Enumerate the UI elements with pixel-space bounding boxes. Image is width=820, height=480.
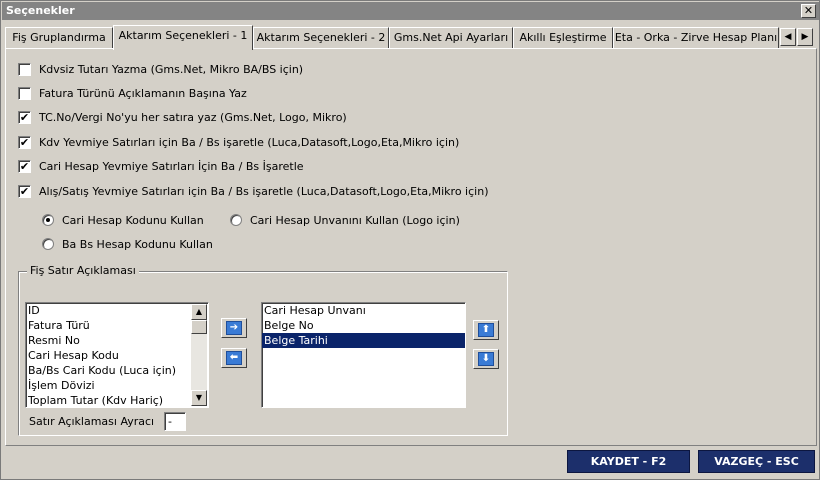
tab-scroll-right-icon[interactable]: ▶: [797, 28, 813, 46]
radio-ba-bs-hesap-kodu[interactable]: Ba Bs Hesap Kodunu Kullan: [42, 236, 213, 252]
option-cari-hesap-ba-bs[interactable]: ✔ Cari Hesap Yevmiye Satırları İçin Ba /…: [18, 158, 304, 174]
option-kdv-yevmiye-ba-bs[interactable]: ✔ Kdv Yevmiye Satırları için Ba / Bs işa…: [18, 134, 459, 150]
cancel-button[interactable]: VAZGEÇ - ESC: [698, 450, 815, 473]
list-item[interactable]: ID: [26, 303, 208, 318]
list-item[interactable]: Ba/Bs Cari Kodu (Luca için): [26, 363, 208, 378]
title-bar: Seçenekler ✕: [2, 2, 819, 20]
list-item[interactable]: Cari Hesap Unvanı: [262, 303, 465, 318]
close-icon: ✕: [803, 4, 814, 17]
option-tc-no-her-satira[interactable]: ✔ TC.No/Vergi No'yu her satıra yaz (Gms.…: [18, 109, 347, 125]
option-kdvsiz-tutari-yazma[interactable]: Kdvsiz Tutarı Yazma (Gms.Net, Mikro BA/B…: [18, 61, 303, 77]
list-item[interactable]: Belge No: [262, 318, 465, 333]
scroll-down-icon[interactable]: ▼: [191, 390, 207, 406]
list-item[interactable]: Resmi No: [26, 333, 208, 348]
close-button[interactable]: ✕: [801, 4, 816, 18]
scroll-thumb[interactable]: [191, 320, 207, 334]
tab-gms-net-api-ayarlari[interactable]: Gms.Net Api Ayarları: [389, 27, 513, 49]
tab-panel: Kdvsiz Tutarı Yazma (Gms.Net, Mikro BA/B…: [5, 48, 817, 446]
option-label: Kdv Yevmiye Satırları için Ba / Bs işare…: [39, 135, 460, 149]
checkbox[interactable]: [18, 86, 31, 100]
separator-label: Satır Açıklaması Ayracı: [29, 415, 155, 428]
tab-eta-orka-zirve[interactable]: Eta - Orka - Zirve Hesap Planı: [613, 27, 779, 49]
tab-strip: Fiş Gruplandırma Aktarım Seçenekleri - 1…: [5, 25, 817, 50]
radio-cari-hesap-kodu[interactable]: Cari Hesap Kodunu Kullan: [42, 212, 204, 228]
option-alis-satis-ba-bs[interactable]: ✔ Alış/Satış Yevmiye Satırları için Ba /…: [18, 183, 488, 199]
option-label: TC.No/Vergi No'yu her satıra yaz (Gms.Ne…: [39, 110, 347, 124]
list-scrollbar[interactable]: ▲ ▼: [191, 304, 207, 406]
checkbox-checked[interactable]: ✔: [18, 135, 31, 149]
option-label: Alış/Satış Yevmiye Satırları için Ba / B…: [39, 184, 489, 198]
group-title: Fiş Satır Açıklaması: [27, 264, 139, 277]
list-item[interactable]: Toplam Tutar (Kdv Hariç): [26, 393, 208, 407]
save-button[interactable]: KAYDET - F2: [567, 450, 690, 473]
tab-akilli-eslestirme[interactable]: Akıllı Eşleştirme: [513, 27, 613, 49]
checkbox-checked[interactable]: ✔: [18, 159, 31, 173]
move-up-button[interactable]: ⬆: [473, 320, 499, 340]
option-label: Fatura Türünü Açıklamanın Başına Yaz: [39, 86, 247, 100]
available-fields-list[interactable]: ID Fatura Türü Resmi No Cari Hesap Kodu …: [25, 302, 209, 408]
option-label: Kdvsiz Tutarı Yazma (Gms.Net, Mikro BA/B…: [39, 62, 304, 76]
separator-input[interactable]: -: [164, 412, 186, 431]
radio-button[interactable]: [42, 238, 54, 250]
options-window: Seçenekler ✕ Fiş Gruplandırma Aktarım Se…: [0, 0, 820, 480]
option-label: Cari Hesap Yevmiye Satırları İçin Ba / B…: [39, 159, 304, 173]
arrow-up-icon: ⬆: [478, 323, 494, 337]
list-item[interactable]: İşlem Dövizi: [26, 378, 208, 393]
arrow-down-icon: ⬇: [478, 352, 494, 366]
tab-scroll-left-icon[interactable]: ◀: [780, 28, 796, 46]
option-fatura-turu-basa-yaz[interactable]: Fatura Türünü Açıklamanın Başına Yaz: [18, 85, 247, 101]
list-item-selected[interactable]: Belge Tarihi: [262, 333, 465, 348]
radio-cari-hesap-unvani[interactable]: Cari Hesap Unvanını Kullan (Logo için): [230, 212, 460, 228]
radio-label: Cari Hesap Kodunu Kullan: [62, 213, 204, 227]
radio-label: Ba Bs Hesap Kodunu Kullan: [62, 237, 213, 251]
scroll-up-icon[interactable]: ▲: [191, 304, 207, 320]
list-item[interactable]: Cari Hesap Kodu: [26, 348, 208, 363]
arrow-left-icon: ⬅: [226, 351, 242, 365]
radio-label: Cari Hesap Unvanını Kullan (Logo için): [250, 213, 460, 227]
radio-button[interactable]: [230, 214, 242, 226]
move-down-button[interactable]: ⬇: [473, 349, 499, 369]
checkbox-checked[interactable]: ✔: [18, 184, 31, 198]
selected-fields-list[interactable]: Cari Hesap Unvanı Belge No Belge Tarihi: [261, 302, 466, 408]
window-title: Seçenekler: [6, 4, 75, 17]
add-field-button[interactable]: ➔: [221, 318, 247, 338]
tab-aktarim-secenekleri-1[interactable]: Aktarım Seçenekleri - 1: [113, 25, 253, 50]
checkbox[interactable]: [18, 62, 31, 76]
fis-satir-aciklamasi-group: Fiş Satır Açıklaması ID Fatura Türü Resm…: [18, 264, 508, 436]
list-item[interactable]: Fatura Türü: [26, 318, 208, 333]
radio-button[interactable]: [42, 214, 54, 226]
tab-aktarim-secenekleri-2[interactable]: Aktarım Seçenekleri - 2: [253, 27, 389, 49]
remove-field-button[interactable]: ⬅: [221, 348, 247, 368]
arrow-right-icon: ➔: [226, 321, 242, 335]
checkbox-checked[interactable]: ✔: [18, 110, 31, 124]
tab-fis-gruplandirma[interactable]: Fiş Gruplandırma: [5, 27, 113, 49]
